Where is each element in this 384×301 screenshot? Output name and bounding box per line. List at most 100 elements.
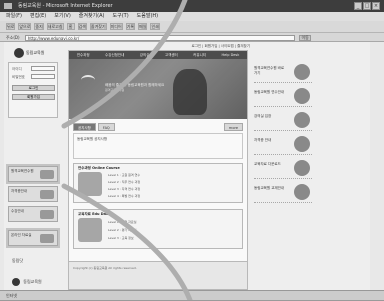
tab-faq[interactable]: FAQ xyxy=(97,123,115,131)
course-card[interactable]: 연수과정 Online Course Level 1 : 교원 원격 연수 Le… xyxy=(73,163,243,203)
print-button[interactable]: 인쇄 xyxy=(150,23,160,30)
left-button-remote-training[interactable]: 원격교육연수원 xyxy=(6,164,60,184)
banner-icon xyxy=(294,160,310,176)
right-banner-label: 교육자료 다운로드 xyxy=(254,162,281,166)
menu-edit[interactable]: 편집(E) xyxy=(30,12,46,21)
address-bar: 주소(D) http://www.edunavi.co.kr/ 이동 xyxy=(0,33,384,42)
password-label: 비밀번호 xyxy=(12,75,25,79)
site-logo[interactable]: 동림교육원 xyxy=(14,48,50,58)
right-column: 원격교육연수원 바로가기 동림교육원 연수안내 강의실 입장 자격증 안내 교육… xyxy=(254,62,314,262)
password-input[interactable] xyxy=(31,74,55,79)
card-line[interactable]: Level 3 : 자격 연수 과정 xyxy=(108,187,140,191)
left-bottom-link[interactable]: 동림닷 xyxy=(12,258,23,264)
data-card[interactable]: 교육자료 Edu Data Level 1 : 수업 자료실 Level 2 :… xyxy=(73,209,243,249)
id-input[interactable] xyxy=(31,66,55,71)
right-banner-label: 원격교육연수원 바로가기 xyxy=(254,66,285,75)
tab-notice[interactable]: 공지사항 xyxy=(73,123,96,131)
logo-mark-icon xyxy=(14,48,24,58)
right-banner-label: 동림교육원 교재안내 xyxy=(254,186,285,190)
left-column: 아이디 비밀번호 로그인 회원가입 원격교육연수원 자격증안내 수강안내 온라인… xyxy=(6,62,64,290)
bottom-logo-text: 동림교육원 xyxy=(23,279,42,284)
minimize-button[interactable]: _ xyxy=(354,2,362,10)
close-button[interactable]: × xyxy=(372,2,380,10)
nav-support[interactable]: 고객센터 xyxy=(165,51,178,59)
title-bar: 동림교육원 - Microsoft Internet Explorer _ □ … xyxy=(0,0,384,12)
go-button[interactable]: 이동 xyxy=(299,35,312,41)
left-button-label: 온라인 자료실 xyxy=(11,233,32,237)
back-button[interactable]: 뒤로 xyxy=(6,23,16,30)
menu-file[interactable]: 파일(F) xyxy=(6,12,22,21)
left-button-course-guide[interactable]: 수강안내 xyxy=(8,206,58,222)
right-banner[interactable]: 원격교육연수원 바로가기 xyxy=(254,62,312,83)
logo-mark-icon xyxy=(12,278,20,286)
site-footer: Copyright (c) 동림교육원 All rights reserved. xyxy=(69,261,247,289)
certificate-icon xyxy=(40,190,54,199)
nav-community[interactable]: 커뮤니티 xyxy=(193,51,206,59)
refresh-button[interactable]: 새로고침 xyxy=(46,23,64,30)
join-button[interactable]: 회원가입 xyxy=(12,94,55,100)
forward-button[interactable]: 앞으로 xyxy=(18,23,32,30)
left-button-label: 자격증안내 xyxy=(11,189,28,193)
menu-view[interactable]: 보기(V) xyxy=(54,12,71,21)
login-box: 아이디 비밀번호 로그인 회원가입 xyxy=(8,62,58,118)
left-button-data-room[interactable]: 온라인 자료실 xyxy=(6,228,60,248)
right-banner-label: 강의실 입장 xyxy=(254,114,272,118)
mail-button[interactable]: 메일 xyxy=(138,23,148,30)
right-banner[interactable]: 동림교육원 교재안내 xyxy=(254,182,312,203)
login-button[interactable]: 로그인 xyxy=(12,85,55,91)
card-title: 교육자료 Edu Data xyxy=(78,212,111,216)
more-link[interactable]: more xyxy=(223,123,243,131)
logo-text: 동림교육원 xyxy=(26,50,45,55)
hero-figure-image xyxy=(173,69,207,115)
browser-toolbar: 뒤로 앞으로 중지 새로고침 홈 검색 즐겨찾기 미디어 기록 메일 인쇄 xyxy=(0,21,384,33)
ie-icon xyxy=(4,3,12,9)
right-banner[interactable]: 동림교육원 연수안내 xyxy=(254,86,312,107)
card-line[interactable]: Level 2 : 직무 연수 과정 xyxy=(108,180,140,184)
hero-banner[interactable]: 배움의 즐거움, 동림교육원과 함께하세요 원격교육연수원 xyxy=(69,59,247,119)
right-banner[interactable]: 강의실 입장 xyxy=(254,110,312,131)
maximize-button[interactable]: □ xyxy=(363,2,371,10)
left-button-label: 수강안내 xyxy=(11,209,24,213)
menu-favorites[interactable]: 즐겨찾기(A) xyxy=(79,12,105,21)
banner-icon xyxy=(294,184,310,200)
address-label: 주소(D) xyxy=(6,35,20,40)
card-line[interactable]: Level 2 : 평가 자료실 xyxy=(108,228,136,232)
notice-panel: 동림교육원 공지사항 xyxy=(73,133,243,159)
right-banner-label: 자격증 안내 xyxy=(254,138,272,142)
nav-enroll[interactable]: 수강신청안내 xyxy=(105,51,124,59)
footer-text: Copyright (c) 동림교육원 All rights reserved. xyxy=(73,266,137,270)
address-input[interactable]: http://www.edunavi.co.kr/ xyxy=(24,35,295,41)
card-line[interactable]: Level 1 : 수업 자료실 xyxy=(108,220,136,224)
right-banner[interactable]: 자격증 안내 xyxy=(254,134,312,155)
disk-icon xyxy=(78,218,102,242)
main-content: 연수과정 수강신청안내 강의실 고객센터 커뮤니티 Help Desk 배움의 … xyxy=(68,50,248,290)
favorites-button[interactable]: 즐겨찾기 xyxy=(89,23,107,30)
notice-text[interactable]: 동림교육원 공지사항 xyxy=(77,137,107,141)
left-button-certificate[interactable]: 자격증안내 xyxy=(8,186,58,202)
page-viewport: 로그인 | 회원가입 | 사이트맵 | 즐겨찾기 동림교육원 아이디 비밀번호 … xyxy=(0,42,384,290)
main-nav: 연수과정 수강신청안내 강의실 고객센터 커뮤니티 Help Desk xyxy=(69,51,247,59)
right-banner[interactable]: 교육자료 다운로드 xyxy=(254,158,312,179)
card-line[interactable]: Level 3 : 교육 정보 xyxy=(108,236,134,240)
history-button[interactable]: 기록 xyxy=(125,23,136,30)
top-links[interactable]: 로그인 | 회원가입 | 사이트맵 | 즐겨찾기 xyxy=(191,44,250,49)
banner-icon xyxy=(294,112,310,128)
menu-help[interactable]: 도움말(H) xyxy=(137,12,158,21)
browser-window: 동림교육원 - Microsoft Internet Explorer _ □ … xyxy=(0,0,384,300)
home-button[interactable]: 홈 xyxy=(66,23,75,30)
nav-courses[interactable]: 연수과정 xyxy=(77,51,90,59)
stop-button[interactable]: 중지 xyxy=(34,23,44,30)
card-line[interactable]: Level 1 : 교원 원격 연수 xyxy=(108,173,140,177)
menu-tools[interactable]: 도구(T) xyxy=(113,12,129,21)
bottom-logo[interactable]: 동림교육원 xyxy=(12,278,42,286)
banner-icon xyxy=(294,88,310,104)
computer-icon xyxy=(78,172,102,196)
status-bar: 인터넷 xyxy=(0,290,384,300)
menu-bar: 파일(F) 편집(E) 보기(V) 즐겨찾기(A) 도구(T) 도움말(H) xyxy=(0,12,384,21)
card-line[interactable]: Level 4 : 특별 연수 과정 xyxy=(108,194,140,198)
right-banner-label: 동림교육원 연수안내 xyxy=(254,90,285,94)
nav-classroom[interactable]: 강의실 xyxy=(140,51,150,59)
media-button[interactable]: 미디어 xyxy=(109,23,123,30)
search-button[interactable]: 검색 xyxy=(77,23,87,30)
nav-helpdesk[interactable]: Help Desk xyxy=(221,51,239,59)
